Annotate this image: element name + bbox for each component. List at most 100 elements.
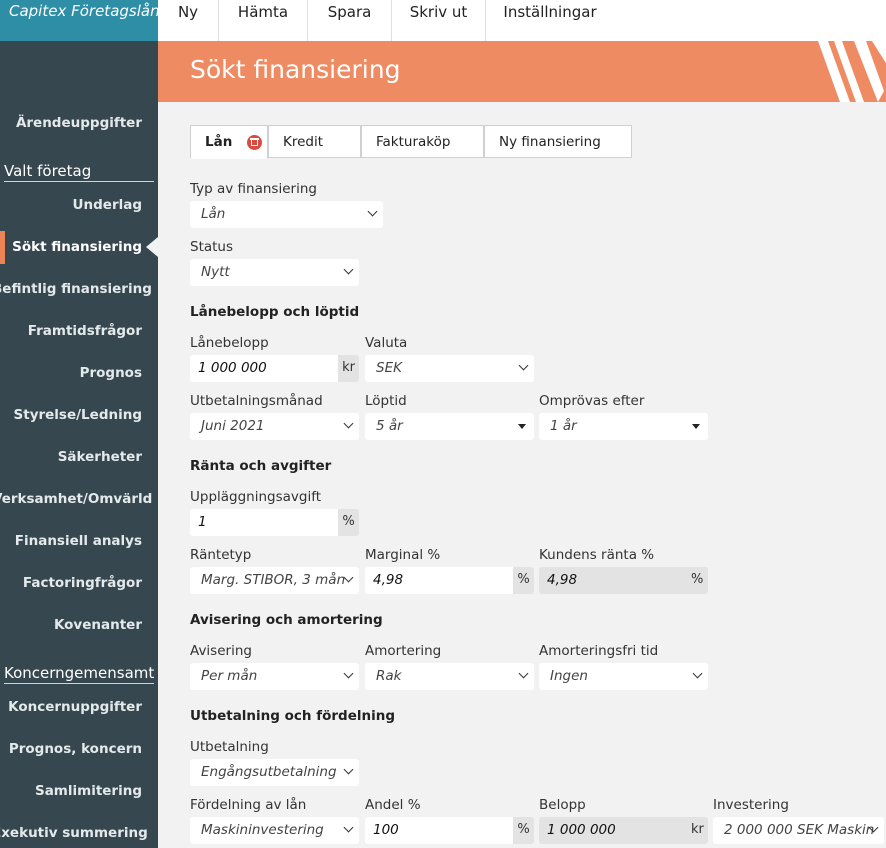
menu-skriv-ut[interactable]: Skriv ut bbox=[392, 0, 485, 41]
fordelning-value: Maskininvestering bbox=[201, 822, 324, 838]
tab-lan[interactable]: Lån bbox=[190, 125, 268, 159]
menu-hamta[interactable]: Hämta bbox=[219, 0, 307, 41]
andel-unit: % bbox=[513, 817, 534, 844]
valuta-select[interactable]: SEK bbox=[365, 355, 534, 382]
chevron-down-icon bbox=[518, 360, 529, 371]
investering-value: 2 000 000 SEK Maskin bbox=[724, 822, 875, 838]
tab-label: Fakturaköp bbox=[376, 134, 451, 150]
fordelning-select[interactable]: Maskininvestering bbox=[190, 817, 359, 844]
loptid-value: 5 år bbox=[376, 418, 403, 434]
status-select[interactable]: Nytt bbox=[190, 259, 359, 286]
typ-label: Typ av finansiering bbox=[190, 181, 317, 197]
andel-input[interactable]: 100 bbox=[365, 817, 513, 844]
utbetalning-label: Utbetalning bbox=[190, 739, 269, 755]
utbetmanad-value: Juni 2021 bbox=[201, 418, 265, 434]
brand-logo[interactable]: Capitex Företagslån bbox=[0, 0, 158, 41]
menu-ny[interactable]: Ny bbox=[158, 0, 218, 41]
section-title-utbetalning: Utbetalning och fördelning bbox=[190, 708, 395, 724]
avgift-label: Uppläggningsavgift bbox=[190, 489, 322, 505]
app-window: Capitex Företagslån Ärendeuppgifter Valt… bbox=[0, 0, 886, 848]
omprovas-label: Omprövas efter bbox=[539, 393, 645, 409]
sidebar-item-koncernuppgifter[interactable]: Koncernuppgifter bbox=[0, 699, 142, 715]
andel-label: Andel % bbox=[365, 797, 421, 813]
sidebar-item-arendeuppgifter[interactable]: Ärendeuppgifter bbox=[0, 115, 142, 131]
menu-spara[interactable]: Spara bbox=[308, 0, 391, 41]
rantetyp-value: Marg. STIBOR, 3 mån bbox=[201, 572, 346, 588]
omprovas-value: 1 år bbox=[550, 418, 577, 434]
caret-down-icon bbox=[692, 424, 700, 429]
sidebar-item-framtidsfragor[interactable]: Framtidsfrågor bbox=[0, 323, 142, 339]
valuta-value: SEK bbox=[376, 360, 402, 376]
investering-select[interactable]: 2 000 000 SEK Maskin bbox=[713, 817, 884, 844]
avisering-value: Per mån bbox=[201, 668, 258, 684]
utbetalning-value: Engångsutbetalning bbox=[201, 764, 337, 780]
valuta-label: Valuta bbox=[365, 335, 408, 351]
typ-value: Lån bbox=[201, 206, 226, 222]
chevron-down-icon bbox=[343, 668, 354, 679]
chevron-down-icon bbox=[343, 264, 354, 275]
caret-down-icon bbox=[518, 424, 526, 429]
tab-fakturakop[interactable]: Fakturaköp bbox=[361, 125, 484, 158]
status-label: Status bbox=[190, 239, 234, 255]
section-title-belopp: Lånebelopp och löptid bbox=[190, 304, 360, 320]
chevron-down-icon bbox=[343, 822, 354, 833]
loptid-label: Löptid bbox=[365, 393, 407, 409]
tab-kredit[interactable]: Kredit bbox=[268, 125, 361, 158]
sidebar-item-finansiell-analys[interactable]: Finansiell analys bbox=[0, 533, 142, 549]
page-title: Sökt finansiering bbox=[190, 55, 401, 84]
section-title-ranta: Ränta och avgifter bbox=[190, 458, 332, 474]
belopp-label: Belopp bbox=[539, 797, 586, 813]
sidebar-item-exekutiv-summering[interactable]: Exekutiv summering bbox=[0, 825, 148, 841]
marginal-label: Marginal % bbox=[365, 547, 441, 563]
tab-ny-finansiering[interactable]: Ny finansiering bbox=[484, 125, 632, 158]
page-header: Sökt finansiering bbox=[158, 41, 886, 102]
amortfri-value: Ingen bbox=[550, 668, 588, 684]
kundranta-unit: % bbox=[691, 572, 704, 587]
tab-label: Kredit bbox=[283, 134, 324, 150]
tab-label: Ny finansiering bbox=[499, 134, 601, 150]
avisering-label: Avisering bbox=[190, 643, 252, 659]
belopp-field: 1 000 000 bbox=[539, 817, 708, 844]
main-content: Lån Kredit Fakturaköp Ny finansiering Ty… bbox=[158, 102, 886, 848]
lanebelopp-unit: kr bbox=[338, 355, 359, 382]
menu-installningar[interactable]: Inställningar bbox=[486, 0, 614, 41]
sidebar-item-underlag[interactable]: Underlag bbox=[0, 197, 142, 213]
active-item-arrow-icon bbox=[146, 237, 158, 257]
chevron-down-icon bbox=[343, 764, 354, 775]
utbetmanad-label: Utbetalningsmånad bbox=[190, 393, 323, 409]
chevron-down-icon bbox=[692, 668, 703, 679]
section-title-avisering: Avisering och amortering bbox=[190, 612, 383, 628]
avgift-input[interactable]: 1 bbox=[190, 509, 338, 536]
chevron-down-icon bbox=[518, 668, 529, 679]
rantetyp-label: Räntetyp bbox=[190, 547, 252, 563]
sidebar-item-prognos-koncern[interactable]: Prognos, koncern bbox=[0, 741, 142, 757]
sidebar-item-verksamhet-omvarld[interactable]: Verksamhet/Omvärld bbox=[0, 491, 152, 507]
sidebar-section-koncerngemensamt: Koncerngemensamt bbox=[4, 664, 155, 684]
amortering-label: Amortering bbox=[365, 643, 442, 659]
avisering-select[interactable]: Per mån bbox=[190, 663, 359, 690]
sidebar-item-kovenanter[interactable]: Kovenanter bbox=[0, 617, 142, 633]
delete-icon[interactable] bbox=[247, 135, 262, 150]
omprovas-select[interactable]: 1 år bbox=[539, 413, 708, 440]
sidebar-item-prognos[interactable]: Prognos bbox=[0, 365, 142, 381]
sidebar-item-befintlig-finansiering[interactable]: Befintlig finansiering bbox=[0, 281, 152, 297]
lanebelopp-input[interactable]: 1 000 000 bbox=[190, 355, 338, 382]
tab-label: Lån bbox=[205, 134, 233, 150]
status-value: Nytt bbox=[201, 264, 230, 280]
sidebar-item-sakerheter[interactable]: Säkerheter bbox=[0, 449, 142, 465]
marginal-input[interactable]: 4,98 bbox=[365, 567, 513, 594]
investering-label: Investering bbox=[713, 797, 789, 813]
loptid-select[interactable]: 5 år bbox=[365, 413, 534, 440]
amortering-value: Rak bbox=[376, 668, 402, 684]
amortering-select[interactable]: Rak bbox=[365, 663, 534, 690]
typ-select[interactable]: Lån bbox=[190, 201, 383, 228]
sidebar-item-styrelse-ledning[interactable]: Styrelse/Ledning bbox=[0, 407, 142, 423]
sidebar-item-samlimitering[interactable]: Samlimitering bbox=[0, 783, 142, 799]
rantetyp-select[interactable]: Marg. STIBOR, 3 mån bbox=[190, 567, 359, 594]
sidebar-item-sokt-finansiering[interactable]: Sökt finansiering bbox=[0, 239, 142, 255]
utbetalning-select[interactable]: Engångsutbetalning bbox=[190, 759, 359, 786]
amortfri-select[interactable]: Ingen bbox=[539, 663, 708, 690]
sidebar-item-factoringfragor[interactable]: Factoringfrågor bbox=[0, 575, 142, 591]
utbetmanad-select[interactable]: Juni 2021 bbox=[190, 413, 359, 440]
capitex-logo-icon bbox=[818, 41, 886, 102]
